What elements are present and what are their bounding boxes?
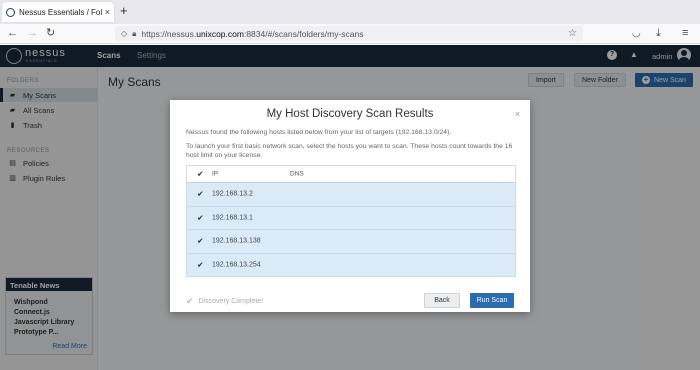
back-button[interactable]: Back <box>424 293 460 308</box>
status-text: Discovery Complete! <box>198 298 264 305</box>
forward-arrow-icon[interactable]: → <box>27 27 38 40</box>
row-checkbox[interactable]: ✔ <box>197 213 204 222</box>
downloads-icon[interactable]: ⤓ <box>656 27 661 40</box>
table-row[interactable]: ✔ 192.168.13.1 <box>186 206 516 230</box>
table-row[interactable]: ✔ 192.168.13.254 <box>186 253 516 277</box>
browser-nav-bar: ← → ↻ ◇ 🔒︎ https://nessus.unixcop.com:88… <box>0 24 700 44</box>
row-checkbox[interactable]: ✔ <box>197 237 204 246</box>
discovery-status: ✔ Discovery Complete! <box>186 296 263 307</box>
shield-icon: ◇ <box>121 29 128 38</box>
modal-instructions-text: To launch your first basic network scan,… <box>186 143 513 159</box>
scan-results-modal: My Host Discovery Scan Results × Nessus … <box>170 100 530 312</box>
column-ip: IP <box>212 170 219 178</box>
row-checkbox[interactable]: ✔ <box>197 260 204 269</box>
table-row[interactable]: ✔ 192.168.13.2 <box>186 183 516 207</box>
modal-title: My Host Discovery Scan Results <box>266 108 434 120</box>
row-ip: 192.168.13.138 <box>212 237 261 245</box>
table-row[interactable]: ✔ 192.168.13.138 <box>186 230 516 254</box>
bookmark-star-icon[interactable]: ☆ <box>568 28 577 39</box>
back-arrow-icon[interactable]: ← <box>7 27 18 40</box>
url-text: https://nessus.unixcop.com:8834/#/scans/… <box>141 28 364 39</box>
pocket-icon[interactable]: ◡ <box>632 27 641 40</box>
modal-intro-text: Nessus found the following hosts listed … <box>186 129 452 136</box>
row-ip: 192.168.13.2 <box>212 190 253 198</box>
lock-icon: 🔒︎ <box>132 28 137 38</box>
close-icon[interactable]: × <box>515 109 520 119</box>
browser-tab-bar: Nessus Essentials / Folde × + <box>0 0 700 24</box>
nessus-favicon-icon <box>6 7 15 17</box>
select-all-checkbox[interactable]: ✔ <box>197 170 204 179</box>
hosts-table: ✔ IP DNS ✔ 192.168.13.2 ✔ 192.168.13.1 ✔… <box>186 165 516 277</box>
new-tab-icon[interactable]: + <box>120 4 128 18</box>
row-checkbox[interactable]: ✔ <box>197 190 204 199</box>
browser-tab[interactable]: Nessus Essentials / Folde × <box>2 2 114 22</box>
row-ip: 192.168.13.254 <box>212 261 261 269</box>
url-bar[interactable]: ◇ 🔒︎ https://nessus.unixcop.com:8834/#/s… <box>115 26 583 41</box>
menu-icon[interactable]: ≡ <box>682 27 688 40</box>
check-icon: ✔ <box>186 296 194 306</box>
tab-title: Nessus Essentials / Folde <box>19 7 102 17</box>
row-ip: 192.168.13.1 <box>212 214 253 222</box>
reload-icon[interactable]: ↻ <box>46 27 55 40</box>
column-dns: DNS <box>290 170 304 178</box>
tab-close-icon[interactable]: × <box>105 7 110 17</box>
table-header: ✔ IP DNS <box>186 165 516 183</box>
run-scan-button[interactable]: Run Scan <box>470 293 514 308</box>
